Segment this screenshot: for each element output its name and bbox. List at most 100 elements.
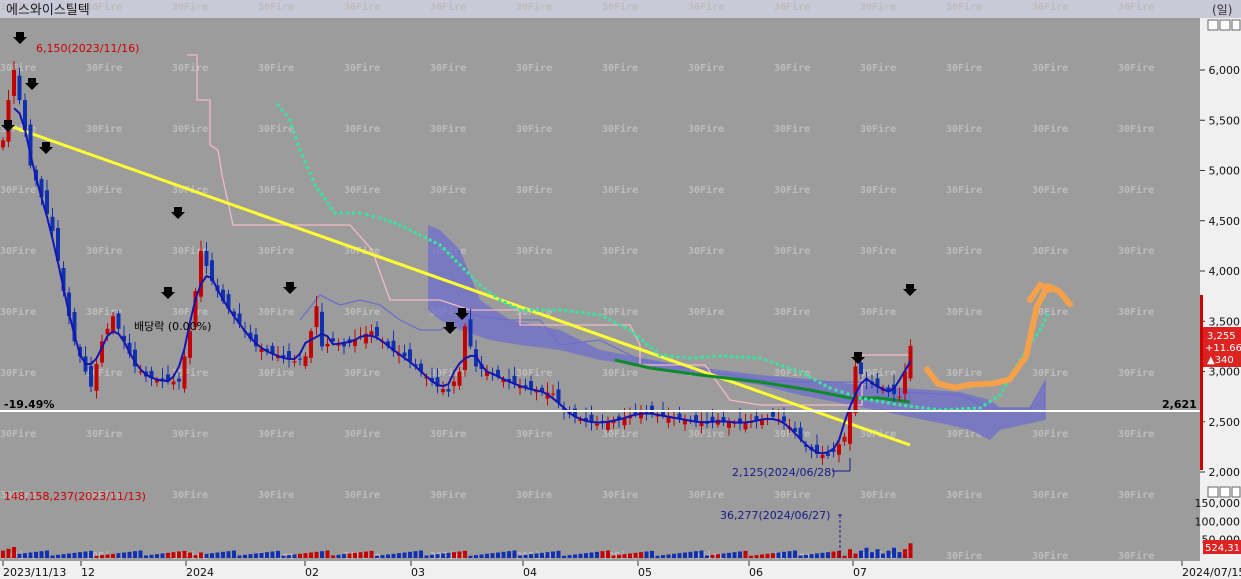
watermark-text: 30Fire	[430, 489, 466, 501]
candle-body	[320, 311, 324, 347]
watermark-text: 30Fire	[946, 245, 982, 257]
parabolic-dot	[909, 404, 914, 409]
parabolic-dot	[383, 217, 387, 222]
date-tick-label: 2023/11/13	[3, 566, 66, 579]
volume-bar	[67, 553, 71, 558]
parabolic-dot	[658, 353, 662, 357]
parabolic-dot	[326, 201, 331, 206]
candle-body	[116, 313, 121, 329]
watermark-text: 30Fire	[1118, 550, 1154, 562]
volume-bar	[738, 551, 742, 558]
volume-bar	[474, 555, 478, 558]
volume-bar	[875, 549, 880, 558]
watermark-text: 30Fire	[430, 1, 466, 13]
parabolic-dot	[694, 355, 698, 360]
candle-body	[375, 327, 379, 337]
watermark-text: 30Fire	[258, 489, 294, 501]
volume-bar	[215, 552, 220, 558]
volume-bar	[270, 551, 275, 558]
volume-bar	[424, 555, 429, 558]
volume-bar	[342, 554, 346, 558]
volume-low-annotation: 36,277(2024/06/27)	[720, 509, 830, 522]
watermark-text: 30Fire	[172, 62, 208, 74]
volume-bar	[815, 553, 819, 558]
volume-bar	[144, 555, 148, 558]
candle-body	[303, 356, 308, 366]
candle-body	[859, 362, 863, 375]
volume-bar	[479, 554, 484, 558]
volume-bar	[644, 551, 649, 558]
parabolic-dot	[613, 320, 617, 325]
timeframe-label[interactable]: (일)	[1212, 3, 1232, 17]
parabolic-dot	[735, 355, 739, 359]
volume-bar	[353, 552, 357, 558]
parabolic-dot	[840, 390, 844, 394]
parabolic-dot	[645, 342, 649, 347]
volume-bar	[556, 550, 561, 558]
price-tick-label: 2,500	[1209, 416, 1241, 429]
volume-bar	[562, 555, 566, 558]
parabolic-dot	[998, 393, 1002, 397]
candle-body	[1, 140, 5, 148]
candle-body	[595, 423, 599, 426]
parabolic-dot	[828, 386, 832, 390]
price-range-bar	[1200, 295, 1203, 470]
watermark-text: 30Fire	[860, 1, 896, 13]
watermark-text: 30Fire	[258, 428, 294, 440]
candle-body	[298, 358, 302, 360]
volume-bar	[61, 554, 66, 558]
parabolic-dot	[462, 267, 466, 271]
volume-bar	[320, 551, 324, 558]
watermark-text: 30Fire	[344, 123, 380, 135]
candle-body	[452, 381, 456, 386]
parabolic-dot	[803, 372, 807, 377]
parabolic-dot	[763, 358, 768, 362]
volume-bar	[28, 552, 33, 558]
watermark-text: 30Fire	[774, 245, 810, 257]
watermark-text: 30Fire	[430, 428, 466, 440]
volume-bar	[210, 553, 214, 558]
volume-bar	[853, 553, 858, 558]
volume-badge-value: 524,31	[1205, 543, 1240, 554]
parabolic-dot	[503, 300, 507, 305]
volume-bar	[804, 554, 808, 558]
parabolic-dot	[518, 308, 522, 312]
parabolic-dot	[915, 405, 919, 409]
volume-bar	[545, 552, 550, 558]
parabolic-dot	[470, 275, 474, 279]
watermark-text: 30Fire	[1118, 245, 1154, 257]
parabolic-dot	[993, 396, 997, 401]
parabolic-dot	[1001, 388, 1005, 392]
parabolic-dot	[834, 388, 838, 392]
watermark-text: 30Fire	[1032, 123, 1068, 135]
parabolic-dot	[345, 211, 350, 215]
watermark-text: 30Fire	[344, 489, 380, 501]
watermark-text: 30Fire	[86, 184, 122, 196]
price-badge-diff: ▲340	[1207, 355, 1234, 366]
candle-body	[292, 361, 297, 363]
date-tick-label: 04	[523, 566, 537, 579]
parabolic-dot	[433, 240, 437, 245]
parabolic-dot	[823, 383, 827, 388]
candle-body	[782, 416, 786, 422]
parabolic-dot	[310, 177, 315, 181]
candle-body	[897, 396, 902, 398]
volume-bar	[221, 551, 225, 558]
parabolic-dot	[508, 303, 512, 307]
watermark-text: 30Fire	[430, 184, 466, 196]
watermark-text: 30Fire	[344, 367, 380, 379]
date-tick-label: 12	[81, 566, 95, 579]
volume-bar	[226, 551, 231, 558]
parabolic-dot	[903, 403, 908, 408]
date-tick-label: 07	[853, 566, 867, 579]
volume-bar	[567, 555, 572, 558]
parabolic-dot	[798, 370, 802, 374]
parabolic-dot	[483, 286, 487, 291]
volume-bar	[908, 543, 913, 558]
parabolic-dot	[423, 235, 427, 240]
watermark-text: 30Fire	[344, 306, 380, 318]
volume-bar	[721, 553, 726, 558]
volume-bar	[732, 552, 737, 558]
parabolic-dot	[454, 259, 458, 263]
parabolic-dot	[535, 308, 539, 312]
